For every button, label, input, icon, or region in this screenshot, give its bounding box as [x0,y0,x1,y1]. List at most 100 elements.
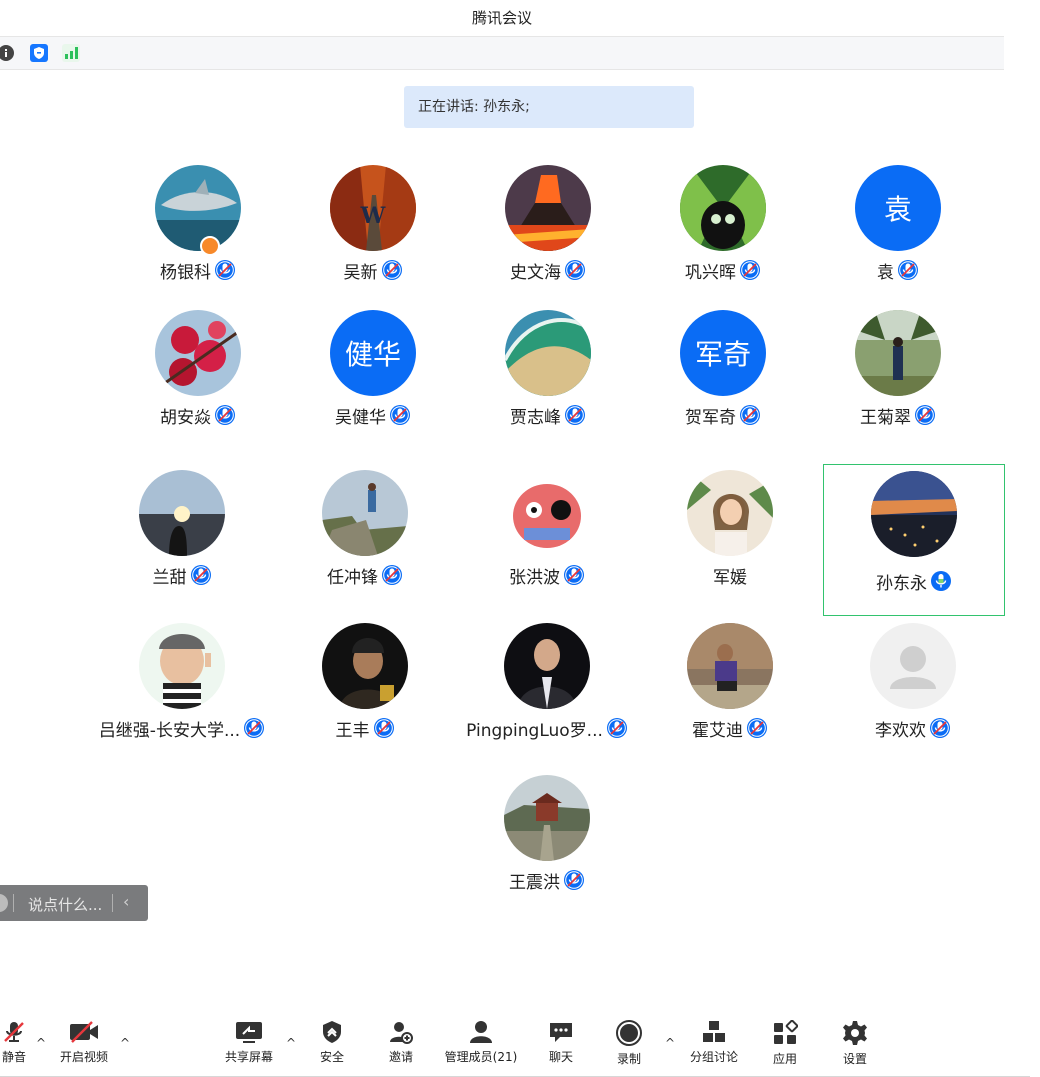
invite-label: 邀请 [388,1050,413,1064]
divider [112,894,113,912]
participant-name: 王震洪 [509,872,560,893]
participant-tile[interactable]: 李欢欢 [823,618,1003,768]
video-off-icon [70,1021,98,1043]
avatar [322,623,408,709]
participant-tile[interactable]: 兰甜 [92,465,272,615]
mute-button[interactable]: 静音 [0,1020,40,1072]
apps-button[interactable]: 应用 [765,1020,805,1072]
breakout-icon [703,1021,725,1042]
info-icon[interactable] [0,44,15,62]
mic-muted-icon [739,259,761,281]
participant-name-row: 巩兴晖 [633,258,813,283]
avatar [871,471,957,557]
svg-text:W: W [360,203,386,229]
participant-name: 孙东永 [876,573,927,594]
chat-button[interactable]: 聊天 [541,1020,581,1072]
video-label: 开启视频 [59,1050,108,1064]
participant-tile[interactable]: 巩兴晖 [633,160,813,310]
participant-name: 吴新 [343,262,378,283]
mic-muted-icon [606,717,628,739]
participant-tile[interactable]: 贾志峰 [458,305,638,455]
avatar [322,470,408,556]
participant-tile[interactable]: 王震洪 [457,770,637,920]
participant-tile[interactable]: 孙东永 [823,464,1005,616]
signal-icon[interactable] [62,44,80,62]
participant-name-row: 贾志峰 [458,403,638,428]
participant-name-row: 吴健华 [283,403,463,428]
record-options-chevron-up-icon[interactable]: ^ [665,1036,675,1050]
participant-tile[interactable]: 王菊翠 [808,305,988,455]
participant-name-row: 霍艾迪 [640,716,820,741]
breakout-label: 分组讨论 [689,1050,738,1064]
chevron-left-icon[interactable]: ‹ [123,892,129,911]
mute-options-chevron-up-icon[interactable]: ^ [36,1036,46,1050]
participant-tile[interactable]: 张洪波 [457,465,637,615]
avatar [680,165,766,251]
breakout-rooms-button[interactable]: 分组讨论 [684,1020,744,1072]
video-button[interactable]: 开启视频 [52,1020,116,1072]
chat-label: 聊天 [548,1050,573,1064]
participant-tile[interactable]: 霍艾迪 [640,618,820,768]
chat-quick-input[interactable]: 说点什么... ‹ [0,885,148,921]
members-label: 管理成员(21) [444,1050,518,1064]
avatar: W [330,165,416,251]
participant-tile[interactable]: 军奇 贺军奇 [633,305,813,455]
participant-tile[interactable]: 任冲锋 [275,465,455,615]
mic-muted-icon [564,259,586,281]
participant-name-row: 王震洪 [457,868,637,893]
participant-name: 贺军奇 [685,407,736,428]
emoji-icon[interactable] [0,894,8,912]
avatar [855,310,941,396]
invite-button[interactable]: 邀请 [381,1020,421,1072]
avatar [155,165,241,251]
participant-tile[interactable]: 健华 吴健华 [283,305,463,455]
mic-muted-icon [739,404,761,426]
participant-name-row: 吴新 [283,258,463,283]
participant-name-row: 史文海 [458,258,638,283]
video-options-chevron-up-icon[interactable]: ^ [120,1036,130,1050]
avatar [505,165,591,251]
participant-tile[interactable]: 史文海 [458,160,638,310]
participant-name: 胡安焱 [160,407,211,428]
participant-name: 兰甜 [152,567,187,588]
participant-name-row: 任冲锋 [275,563,455,588]
avatar [687,623,773,709]
mic-muted-icon [381,259,403,281]
participant-tile[interactable]: 王丰 [275,618,455,768]
participant-name: 巩兴晖 [685,262,736,283]
participant-tile[interactable]: 军媛 [640,465,820,615]
participant-name: 李欢欢 [875,720,926,741]
participant-tile[interactable]: 吕继强-长安大学... [92,618,272,768]
participant-tile[interactable]: 杨银科 [108,160,288,310]
participant-name-row: 李欢欢 [823,716,1003,741]
mute-label: 静音 [1,1050,26,1064]
participant-name-row: 孙东永 [824,569,1004,594]
mic-speaking-icon [930,570,952,592]
mic-muted-icon [897,259,919,281]
participant-name: 任冲锋 [327,567,378,588]
share-options-chevron-up-icon[interactable]: ^ [286,1036,296,1050]
participant-tile[interactable]: PingpingLuo罗... [457,618,637,768]
participant-name-row: 袁 [808,258,988,283]
participant-tile[interactable]: 胡安焱 [108,305,288,455]
avatar-initials: 健华 [330,310,416,396]
participant-tile[interactable]: 袁袁 [808,160,988,310]
mic-muted-icon [214,404,236,426]
members-icon [470,1021,492,1043]
avatar [687,470,773,556]
participant-tile[interactable]: W 吴新 [283,160,463,310]
security-button[interactable]: 安全 [312,1020,352,1072]
share-screen-icon [236,1022,262,1043]
record-button[interactable]: 录制 [609,1020,649,1072]
shield-icon[interactable] [30,44,48,62]
mic-muted-icon [563,564,585,586]
chat-placeholder: 说点什么... [28,896,103,914]
avatar [139,623,225,709]
manage-members-button[interactable]: 管理成员(21) [440,1020,522,1072]
participant-name-row: PingpingLuo罗... [457,716,637,741]
divider [13,894,14,912]
share-screen-button[interactable]: 共享屏幕 [218,1020,280,1072]
settings-button[interactable]: 设置 [835,1020,875,1072]
participant-name: 史文海 [510,262,561,283]
mic-muted-icon [4,1022,24,1042]
